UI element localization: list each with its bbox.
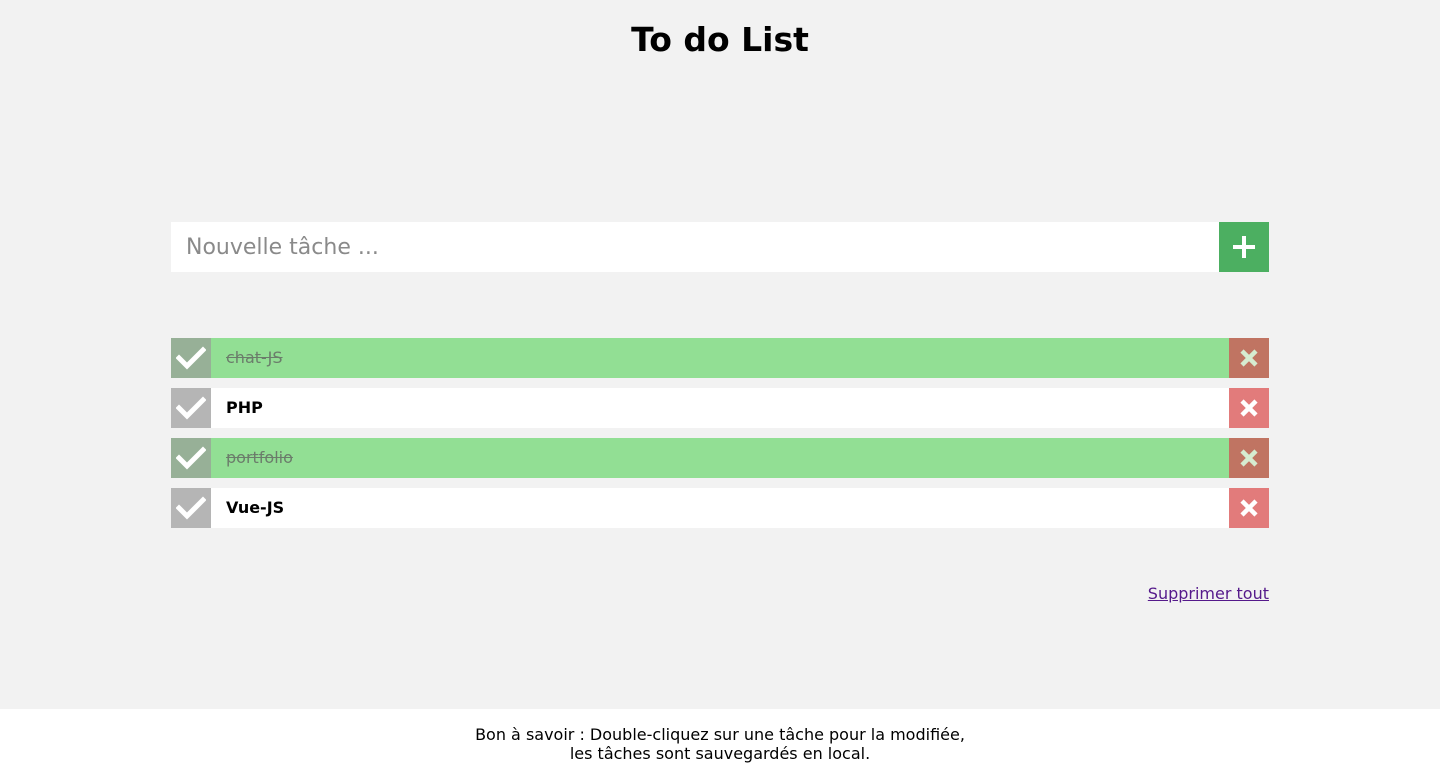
task-list: chat-JS PHP portfolio Vue-JS bbox=[171, 338, 1269, 538]
task-check-button[interactable] bbox=[171, 438, 211, 478]
checkmark-icon bbox=[176, 446, 206, 470]
checkmark-icon bbox=[176, 396, 206, 420]
task-delete-button[interactable] bbox=[1229, 338, 1269, 378]
footer-line-2: les tâches sont sauvegardés en local. bbox=[569, 744, 871, 763]
task-delete-button[interactable] bbox=[1229, 388, 1269, 428]
todo-page: To do List chat-JS PHP portfolio Vue-JS Sup… bbox=[0, 0, 1440, 779]
new-task-input[interactable] bbox=[171, 222, 1219, 272]
task-check-button[interactable] bbox=[171, 388, 211, 428]
footer-line-1: Bon à savoir : Double-cliquez sur une tâ… bbox=[475, 725, 965, 744]
plus-icon bbox=[1233, 236, 1255, 258]
task-label[interactable]: PHP bbox=[211, 388, 1229, 428]
add-task-button[interactable] bbox=[1219, 222, 1269, 272]
checkmark-icon bbox=[176, 496, 206, 520]
add-task-row bbox=[171, 222, 1269, 272]
task-item[interactable]: chat-JS bbox=[171, 338, 1269, 378]
task-check-button[interactable] bbox=[171, 488, 211, 528]
delete-all-link[interactable]: Supprimer tout bbox=[1148, 584, 1269, 603]
checkmark-icon bbox=[176, 346, 206, 370]
task-check-button[interactable] bbox=[171, 338, 211, 378]
close-icon bbox=[1239, 448, 1259, 468]
close-icon bbox=[1239, 498, 1259, 518]
task-label[interactable]: portfolio bbox=[211, 438, 1229, 478]
task-delete-button[interactable] bbox=[1229, 488, 1269, 528]
task-item[interactable]: PHP bbox=[171, 388, 1269, 428]
close-icon bbox=[1239, 348, 1259, 368]
task-item[interactable]: portfolio bbox=[171, 438, 1269, 478]
task-item[interactable]: Vue-JS bbox=[171, 488, 1269, 528]
task-label[interactable]: chat-JS bbox=[211, 338, 1229, 378]
page-title: To do List bbox=[631, 20, 809, 59]
task-label[interactable]: Vue-JS bbox=[211, 488, 1229, 528]
task-delete-button[interactable] bbox=[1229, 438, 1269, 478]
footer: Bon à savoir : Double-cliquez sur une tâ… bbox=[0, 709, 1440, 779]
close-icon bbox=[1239, 398, 1259, 418]
